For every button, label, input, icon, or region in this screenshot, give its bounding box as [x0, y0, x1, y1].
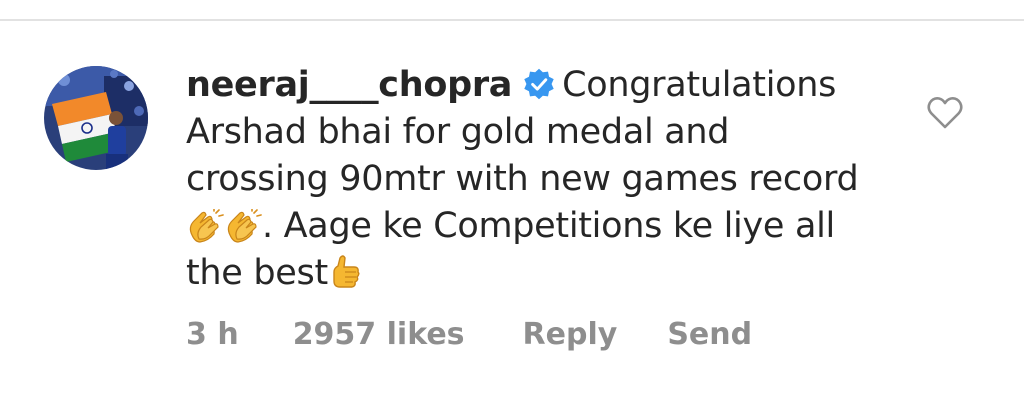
- send-button[interactable]: Send: [667, 317, 752, 352]
- comment-line-1: Congratulations: [562, 65, 837, 105]
- comment-line-3: crossing 90mtr with new games record: [186, 159, 859, 199]
- like-heart-icon[interactable]: [927, 96, 963, 130]
- reply-button[interactable]: Reply: [523, 317, 618, 352]
- comment-screen: neeraj____chopra Congratulations Arshad b…: [0, 0, 1024, 414]
- comment-line-5: the best: [186, 253, 328, 293]
- comment-meta-row: 3 h 2957 likes Reply Send: [186, 312, 752, 356]
- comment-timestamp: 3 h: [186, 316, 239, 352]
- top-divider: [0, 19, 1024, 21]
- comment-line-2: Arshad bhai for gold medal and: [186, 112, 730, 152]
- avatar[interactable]: [44, 66, 148, 170]
- username-link[interactable]: neeraj____chopra: [186, 65, 512, 105]
- comment-text: neeraj____chopra Congratulations Arshad b…: [186, 62, 886, 297]
- comment-line-4: . Aage ke Competitions ke liye all: [262, 206, 835, 246]
- verified-badge-icon: [524, 68, 554, 100]
- clapping-hands-icon: [227, 209, 262, 243]
- clapping-hands-icon: [189, 209, 224, 243]
- likes-count-link[interactable]: 2957 likes: [293, 317, 465, 352]
- thumbs-up-icon: [333, 255, 360, 288]
